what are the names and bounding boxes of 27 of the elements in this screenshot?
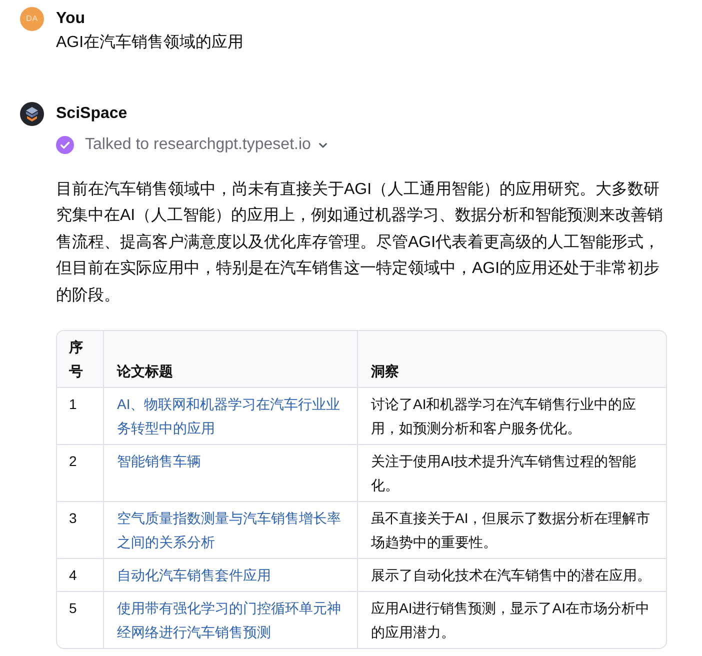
table-cell: 2 — [57, 445, 104, 502]
column-header: 洞察 — [358, 331, 666, 388]
table-cell: 虽不直接关于AI，但展示了数据分析在理解市场趋势中的重要性。 — [358, 502, 666, 560]
check-icon — [56, 136, 74, 154]
tool-call-toggle[interactable]: Talked to researchgpt.typeset.io — [56, 135, 327, 155]
paper-link[interactable]: 自动化汽车销售套件应用 — [117, 563, 271, 588]
table-cell-text: 应用AI进行销售预测，显示了AI在市场分析中的应用潜力。 — [370, 599, 650, 642]
table-cell: 展示了自动化技术在汽车销售中的潜在应用。 — [358, 559, 666, 592]
author-name: SciSpace — [56, 104, 128, 124]
column-header: 序号 — [57, 331, 104, 388]
table-cell: 1 — [57, 388, 104, 446]
message-text: AGI在汽车销售领域的应用 — [56, 32, 245, 53]
author-name: You — [56, 9, 86, 29]
bot-avatar-icon — [20, 102, 44, 126]
chevron-down-icon — [318, 142, 327, 148]
table-cell: 4 — [57, 559, 104, 592]
paper-link[interactable]: 使用带有强化学习的门控循环单元神经网络进行汽车销售预测 — [117, 596, 345, 644]
paper-link[interactable]: 智能销售车辆 — [117, 449, 201, 474]
user-avatar: DA — [20, 7, 44, 31]
table-cell: 关注于使用AI技术提升汽车销售过程的智能化。 — [358, 445, 666, 502]
paper-link[interactable]: AI、物联网和机器学习在汽车行业业务转型中的应用 — [117, 392, 345, 440]
paper-link[interactable]: 空气质量指数测量与汽车销售增长率之间的关系分析 — [117, 506, 345, 554]
table-cell: 3 — [57, 502, 104, 560]
message-text: 目前在汽车销售领域中，尚未有直接关于AGI（人工通用智能）的应用研究。大多数研究集中在AI（人工智能）的应用上，例如通过机器学习、数据分析和智能预测来改善销售流程、提高客户满意度以及优化库存管理。尽管AGI代表着更高级的人工智能形式，但目前在实际应用中，特别是在汽车销售这一特定领域中，AGI的应用还处于非常初步的阶段。 — [56, 180, 664, 306]
table-cell: 5 — [57, 592, 104, 648]
column-header: 论文标题 — [104, 331, 358, 388]
table-cell: 讨论了AI和机器学习在汽车销售行业中的应用，如预测分析和客户服务优化。 — [358, 388, 666, 446]
